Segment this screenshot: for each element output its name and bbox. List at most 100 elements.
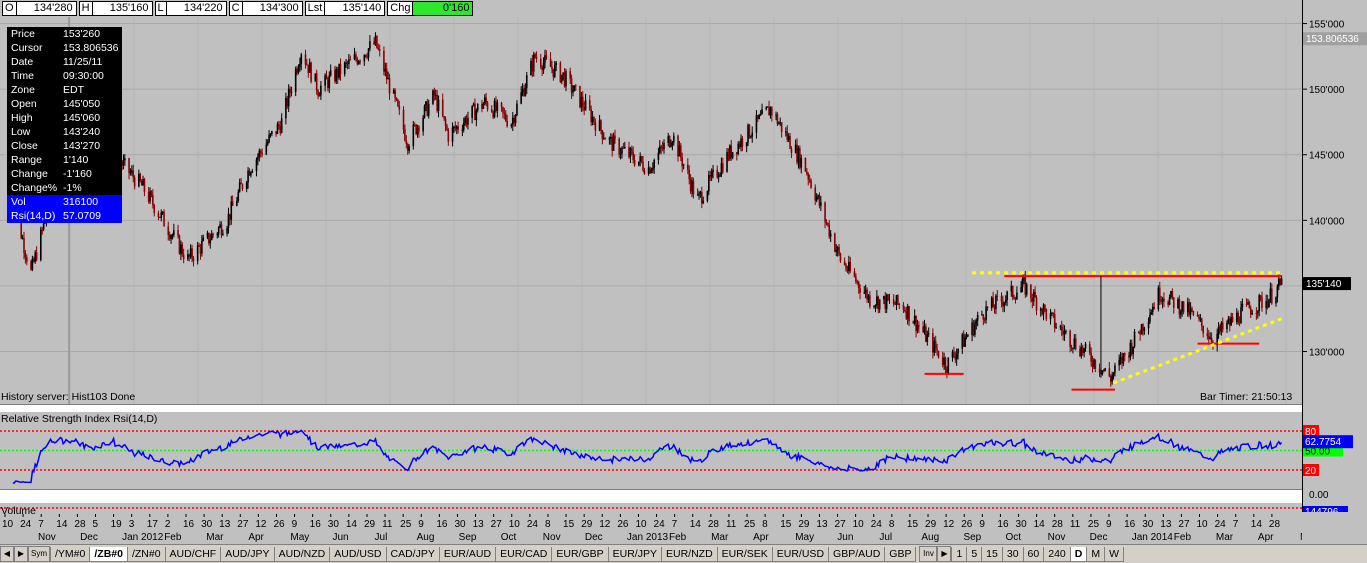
symbol-list-button[interactable]: Sym — [28, 546, 50, 562]
candle-body — [217, 227, 220, 234]
symbol-tab[interactable]: GBP/AUD — [828, 546, 886, 562]
interval-tab[interactable]: W — [1104, 546, 1125, 562]
interval-tab[interactable]: 5 — [966, 546, 983, 562]
candle-body — [1161, 298, 1164, 302]
symbol-tab[interactable]: AUD/CHF — [164, 546, 222, 562]
candle-body — [951, 351, 954, 358]
candle — [1276, 284, 1279, 303]
date-axis[interactable]: 10 24 7 14 28 5 19 3 17 2 16 30 13 27 12 26 9 16 30 14 29 11 2… — [0, 514, 1319, 544]
candle-body — [671, 142, 674, 146]
candle-body — [140, 181, 143, 186]
candle-body — [329, 70, 332, 76]
symbol-tab[interactable]: /YM#0 — [50, 546, 91, 562]
candle-body — [201, 240, 203, 254]
interval-tab[interactable]: D — [1069, 546, 1088, 562]
candle — [444, 116, 447, 132]
candle — [229, 213, 231, 226]
candle-body — [741, 138, 744, 147]
candle — [1209, 332, 1211, 340]
panel-splitter[interactable] — [0, 489, 1367, 504]
candle — [995, 293, 997, 315]
candle-body — [432, 90, 434, 104]
interval-tab[interactable]: 15 — [981, 546, 1003, 562]
data-window-label: Price — [11, 28, 35, 40]
candle-body — [453, 126, 455, 128]
candle — [1247, 298, 1249, 305]
candle-body — [268, 134, 270, 142]
volume-panel[interactable] — [0, 503, 1302, 512]
candle — [906, 303, 909, 325]
data-window-value: 316100 — [63, 196, 99, 208]
symbol-tab[interactable]: AUD/NZD — [273, 546, 331, 562]
interval-tab[interactable]: 60 — [1022, 546, 1045, 562]
interval-tab[interactable]: 1 — [951, 546, 968, 562]
volume-chart[interactable] — [0, 503, 1302, 512]
candle — [255, 157, 258, 177]
candle — [320, 81, 322, 101]
candle-body — [1003, 302, 1006, 307]
candle — [483, 94, 486, 106]
candle-body — [1122, 353, 1125, 364]
symbol-tab[interactable]: /ZN#0 — [126, 546, 166, 562]
symbol-tab[interactable]: /ZB#0 — [89, 546, 128, 562]
month-tick-label: May — [795, 532, 814, 543]
price-axis[interactable]: 155'000150'000145'000140'000135'000130'0… — [1302, 0, 1367, 518]
candle-body — [800, 157, 803, 168]
tab-scroll-right-button[interactable]: ▶ — [14, 546, 28, 562]
data-window-label: Date — [11, 56, 34, 68]
candle — [461, 124, 464, 137]
candle — [1062, 324, 1064, 341]
price-panel[interactable] — [0, 17, 1302, 404]
candle — [152, 189, 154, 209]
symbol-tab[interactable]: AUD/USD — [329, 546, 387, 562]
candle — [359, 59, 361, 65]
rsi-chart[interactable] — [0, 412, 1302, 489]
symbol-tab[interactable]: AUD/JPY — [220, 546, 275, 562]
symbol-tab[interactable]: GBP — [884, 546, 917, 562]
candle-body — [650, 169, 653, 174]
price-chart[interactable] — [0, 17, 1302, 404]
candle — [1102, 368, 1105, 373]
symbol-tab[interactable]: CAD/JPY — [385, 546, 440, 562]
candle-body — [520, 92, 522, 104]
candle — [898, 302, 901, 310]
interval-tab[interactable]: 240 — [1043, 546, 1071, 562]
symbol-tab[interactable]: EUR/SEK — [716, 546, 773, 562]
candle-body — [346, 62, 349, 65]
candle — [1081, 344, 1084, 356]
candle — [1189, 302, 1192, 320]
symbol-tab[interactable]: EUR/AUD — [438, 546, 497, 562]
symbol-tab[interactable]: EUR/NZD — [660, 546, 718, 562]
interval-menu-button[interactable]: Inv — [919, 546, 938, 562]
day-tick-label: 25 — [400, 519, 412, 530]
symbol-tab[interactable]: EUR/CAD — [495, 546, 553, 562]
day-tick-label: 16 — [436, 519, 448, 530]
symbol-tab[interactable]: EUR/GBP — [551, 546, 609, 562]
candle-body — [1157, 287, 1160, 309]
interval-tab[interactable]: M — [1086, 546, 1106, 562]
day-tick-label: 14 — [1034, 519, 1046, 530]
candle — [913, 309, 916, 326]
day-tick-label: 30 — [1142, 519, 1154, 530]
candle — [834, 232, 836, 253]
day-tick-label: 7 — [672, 519, 678, 530]
day-tick-label: 26 — [617, 519, 629, 530]
candle-body — [132, 170, 135, 178]
candle — [357, 59, 360, 65]
symbol-tab[interactable]: EUR/USD — [771, 546, 830, 562]
interval-scroll-button[interactable]: ▶ — [937, 546, 952, 562]
candle — [560, 74, 563, 85]
candle-body — [171, 235, 174, 237]
symbol-tab[interactable]: EUR/JPY — [607, 546, 662, 562]
candle — [563, 68, 566, 88]
tab-scroll-left-button[interactable]: ◀ — [0, 546, 14, 562]
candle — [355, 51, 357, 62]
candle-body — [30, 261, 32, 270]
candle-body — [406, 144, 409, 151]
day-tick-label: 10 — [1197, 519, 1209, 530]
candle-body — [530, 60, 532, 76]
price-tick-label: 150'000 — [1309, 85, 1345, 96]
candle-body — [502, 107, 504, 113]
rsi-panel[interactable] — [0, 412, 1302, 489]
interval-tab[interactable]: 30 — [1001, 546, 1024, 562]
